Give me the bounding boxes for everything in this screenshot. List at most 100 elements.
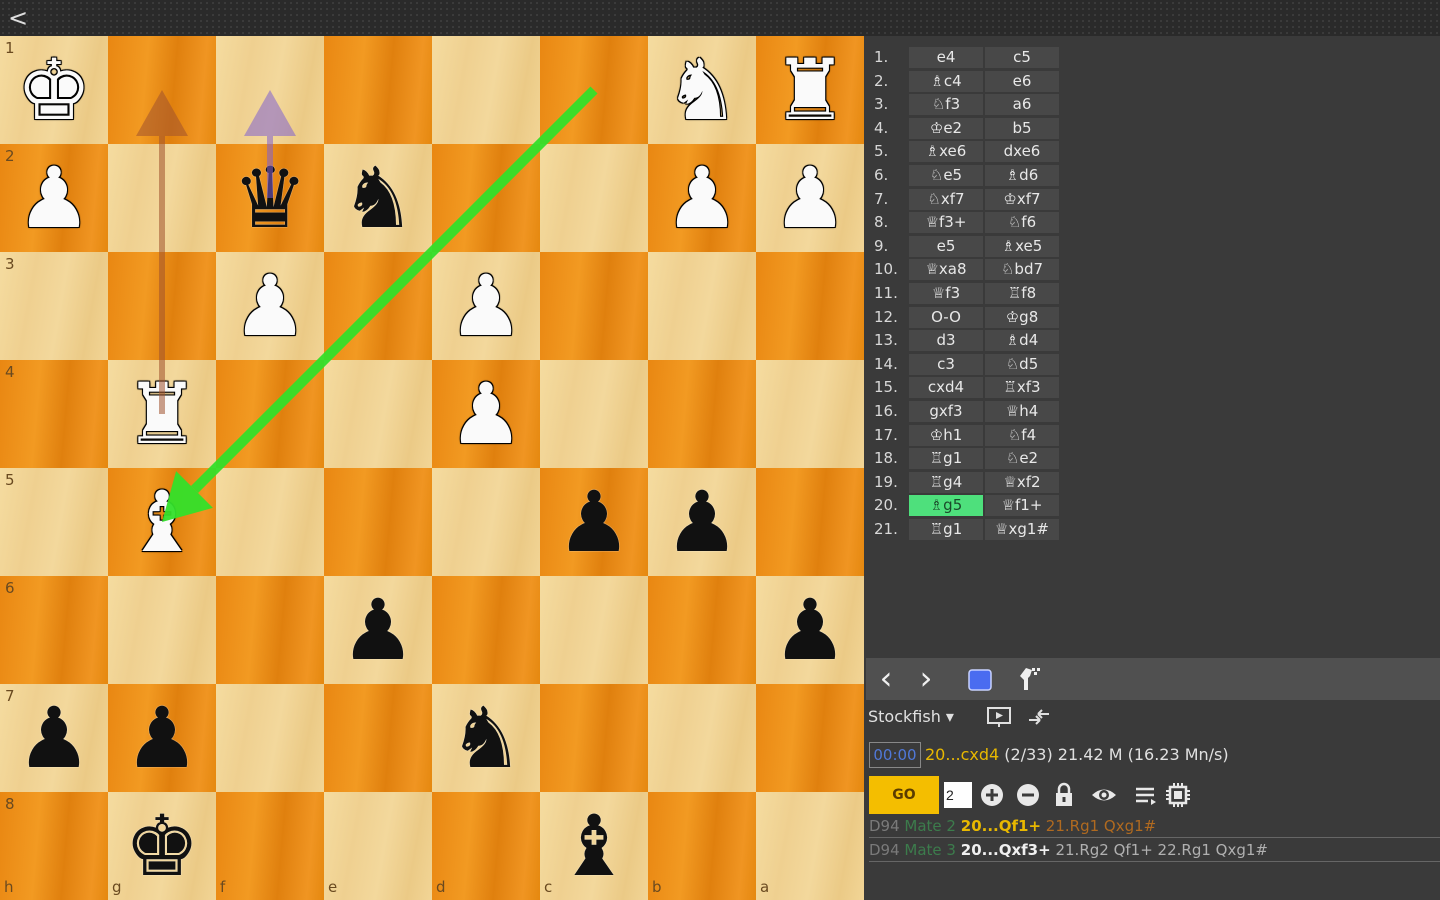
move-white[interactable]: ♘e5 [909,164,983,186]
square-d8[interactable] [432,792,540,900]
move-black[interactable]: e6 [985,70,1059,92]
white-knight-b1[interactable]: ♞ [648,36,756,144]
move-white[interactable]: d3 [909,330,983,352]
move-white[interactable]: ♖g4 [909,471,983,493]
move-white[interactable]: gxf3 [909,400,983,422]
move-white[interactable]: ♔h1 [909,424,983,446]
square-a5[interactable] [756,468,864,576]
square-b8[interactable] [648,792,756,900]
move-black[interactable]: ♗d6 [985,164,1059,186]
move-white[interactable]: cxd4 [909,377,983,399]
pv-line-1[interactable]: D94 Mate 2 20...Qf1+ 21.Rg1 Qxg1# [869,815,1440,838]
move-white[interactable]: ♖g1 [909,448,983,470]
move-black[interactable]: ♖xf3 [985,377,1059,399]
depth-input[interactable] [944,782,972,808]
square-f1[interactable] [216,36,324,144]
move-white[interactable]: ♗g5 [909,495,983,517]
square-d2[interactable] [432,144,540,252]
engine-selector[interactable]: Stockfish ▾ [868,707,954,726]
lines-icon[interactable] [1132,781,1160,809]
square-h8[interactable] [0,792,108,900]
square-e5[interactable] [324,468,432,576]
move-black[interactable]: ♘bd7 [985,259,1059,281]
square-g2[interactable] [108,144,216,252]
white-pawn-h2[interactable]: ♟ [0,144,108,252]
white-pawn-a2[interactable]: ♟ [756,144,864,252]
square-f6[interactable] [216,576,324,684]
move-black[interactable]: ♘e2 [985,448,1059,470]
white-pawn-d3[interactable]: ♟ [432,252,540,360]
move-black[interactable]: ♗d4 [985,330,1059,352]
plus-icon[interactable] [978,781,1006,809]
square-d6[interactable] [432,576,540,684]
square-b6[interactable] [648,576,756,684]
move-white[interactable]: O-O [909,306,983,328]
square-e7[interactable] [324,684,432,792]
black-knight-d7[interactable]: ♞ [432,684,540,792]
move-white[interactable]: ♕f3+ [909,212,983,234]
square-d5[interactable] [432,468,540,576]
white-king-h1[interactable]: ♚ [0,36,108,144]
move-white[interactable]: ♔e2 [909,117,983,139]
square-d1[interactable] [432,36,540,144]
square-g1[interactable] [108,36,216,144]
square-f4[interactable] [216,360,324,468]
move-white[interactable]: c3 [909,353,983,375]
square-c6[interactable] [540,576,648,684]
square-g6[interactable] [108,576,216,684]
square-a4[interactable] [756,360,864,468]
square-c7[interactable] [540,684,648,792]
previous-move-icon[interactable]: ‹ [872,662,900,696]
move-white[interactable]: ♘xf7 [909,188,983,210]
square-c1[interactable] [540,36,648,144]
black-pawn-g7[interactable]: ♟ [108,684,216,792]
white-rook-a1[interactable]: ♜ [756,36,864,144]
square-b3[interactable] [648,252,756,360]
move-black[interactable]: ♗xe5 [985,235,1059,257]
move-black[interactable]: ♕f1+ [985,495,1059,517]
minus-icon[interactable] [1014,781,1042,809]
square-e8[interactable] [324,792,432,900]
square-e4[interactable] [324,360,432,468]
square-g3[interactable] [108,252,216,360]
move-white[interactable]: e4 [909,47,983,68]
stop-icon[interactable] [966,662,994,696]
move-black[interactable]: ♕xg1# [985,518,1059,540]
black-king-g8[interactable]: ♚ [108,792,216,900]
move-black[interactable]: b5 [985,117,1059,139]
white-rook-g4[interactable]: ♜ [108,360,216,468]
square-e1[interactable] [324,36,432,144]
move-black[interactable]: ♕h4 [985,400,1059,422]
black-knight-e2[interactable]: ♞ [324,144,432,252]
square-c4[interactable] [540,360,648,468]
square-f8[interactable] [216,792,324,900]
square-a8[interactable] [756,792,864,900]
white-bishop-g5[interactable]: ♝ [108,468,216,576]
square-h3[interactable] [0,252,108,360]
next-move-icon[interactable]: › [912,662,940,696]
move-black[interactable]: ♕xf2 [985,471,1059,493]
black-pawn-h7[interactable]: ♟ [0,684,108,792]
move-white[interactable]: ♕f3 [909,282,983,304]
white-pawn-f3[interactable]: ♟ [216,252,324,360]
move-black[interactable]: ♖f8 [985,282,1059,304]
pv-line-2[interactable]: D94 Mate 3 20...Qxf3+ 21.Rg2 Qf1+ 22.Rg1… [869,839,1440,862]
chess-board[interactable]: 1 2 3 4 5 6 7 8 h g f e d c b a ♚ ♞ ♜ ♟ ♛ ♞ ♟ ♟ ♟ ♟ ♜ ♟ ♝ ♟ ♟ ♟ ♟ ♟ ♟ ♞ ♚ ♝ [0,36,864,900]
square-c3[interactable] [540,252,648,360]
piece-settings-icon[interactable] [1012,662,1044,696]
move-white[interactable]: ♖g1 [909,518,983,540]
square-h5[interactable] [0,468,108,576]
square-a7[interactable] [756,684,864,792]
square-b7[interactable] [648,684,756,792]
lock-icon[interactable] [1050,781,1078,809]
black-pawn-a6[interactable]: ♟ [756,576,864,684]
black-bishop-c8[interactable]: ♝ [540,792,648,900]
square-h4[interactable] [0,360,108,468]
square-f7[interactable] [216,684,324,792]
square-h6[interactable] [0,576,108,684]
move-black[interactable]: dxe6 [985,141,1059,163]
square-a3[interactable] [756,252,864,360]
white-pawn-b2[interactable]: ♟ [648,144,756,252]
black-pawn-c5[interactable]: ♟ [540,468,648,576]
move-white[interactable]: ♘f3 [909,94,983,116]
